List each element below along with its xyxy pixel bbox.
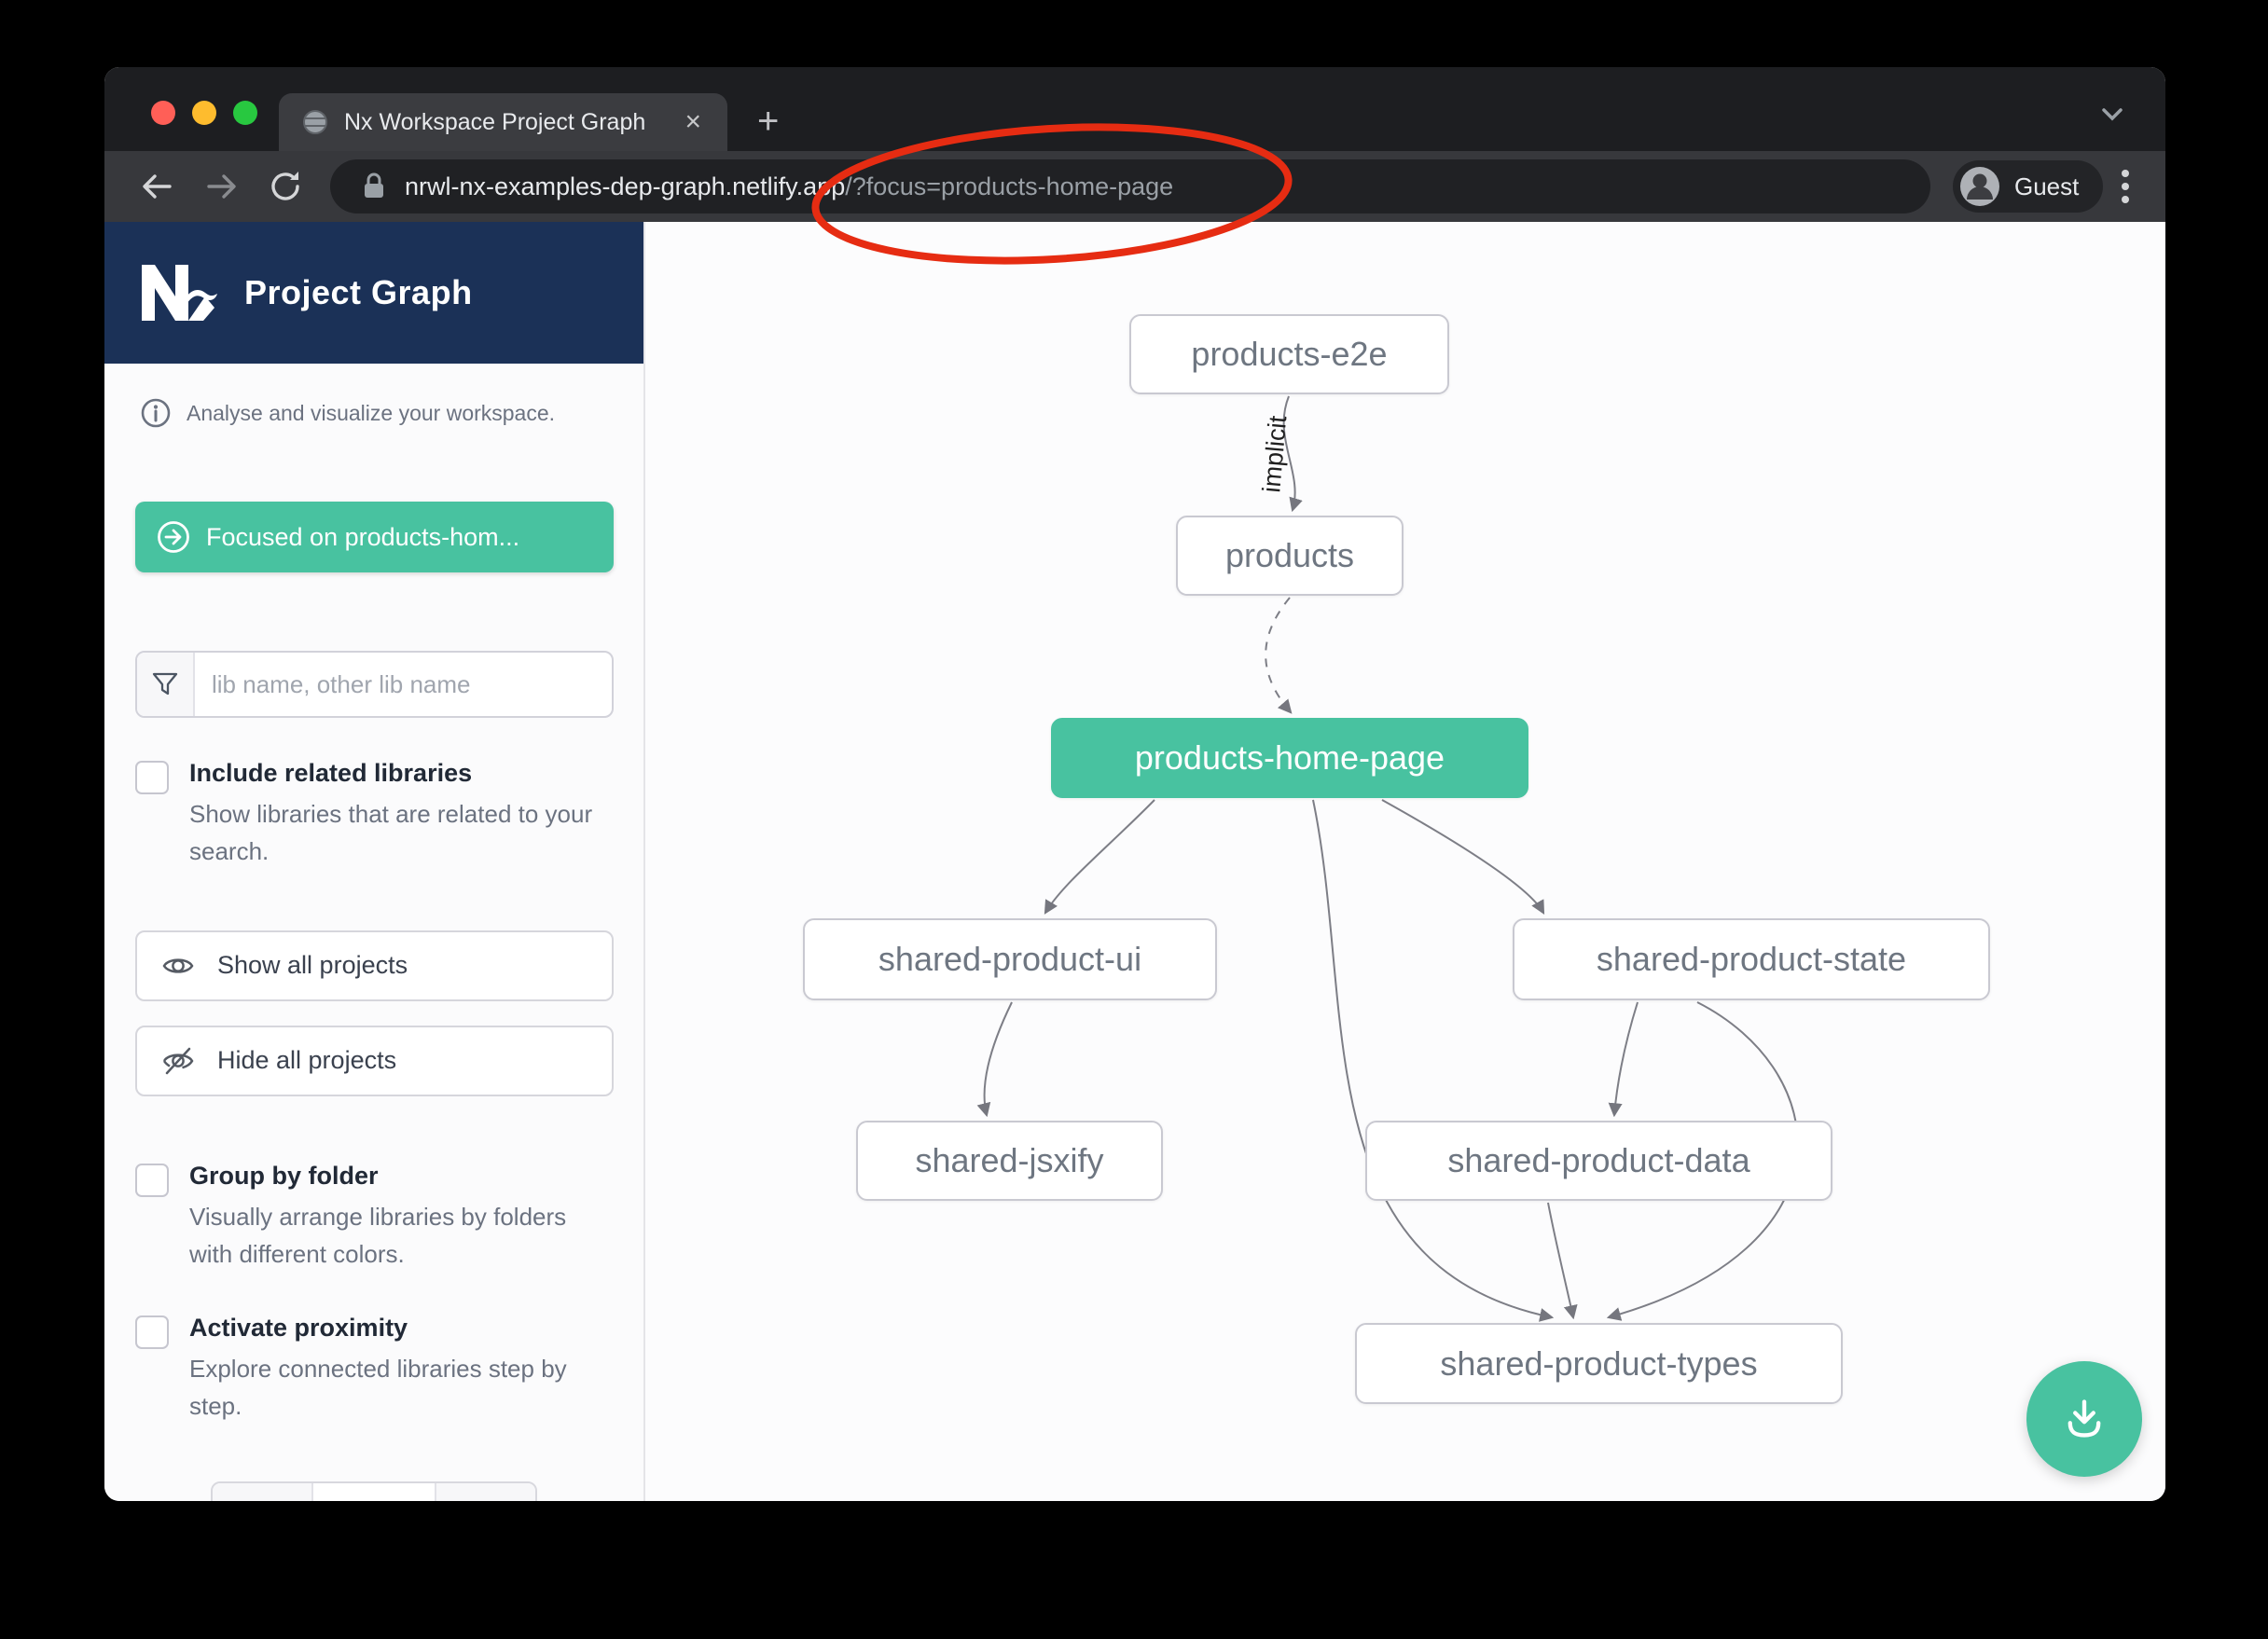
tab-title: Nx Workspace Project Graph (344, 109, 677, 136)
filter-box (135, 651, 614, 718)
app-title: Project Graph (244, 273, 473, 312)
activate-proximity-row[interactable]: Activate proximity Explore connected lib… (135, 1314, 602, 1426)
hide-all-projects-label: Hide all projects (217, 1046, 396, 1075)
zoom-window-button[interactable] (233, 101, 257, 125)
profile-chip[interactable]: Guest (1953, 160, 2103, 213)
sidebar-header: Project Graph (104, 222, 643, 364)
nx-logo-icon (140, 263, 220, 323)
url-text: nrwl-nx-examples-dep-graph.netlify.app/?… (405, 172, 1173, 201)
profile-label: Guest (2014, 172, 2079, 201)
minimize-window-button[interactable] (192, 101, 216, 125)
graph-node-shared-jsxify[interactable]: shared-jsxify (856, 1121, 1163, 1201)
sidebar: Project Graph Analyse and visualize your… (104, 222, 645, 1501)
graph-edge-shared-product-state-to-shared-product-data (1614, 1002, 1638, 1115)
lock-icon[interactable] (360, 171, 388, 202)
graph-edge-products-home-page-to-shared-product-types (1313, 800, 1552, 1317)
graph-edge-products-home-page-to-shared-product-ui (1045, 800, 1155, 913)
group-by-folder-desc: Visually arrange libraries by folders wi… (189, 1198, 609, 1274)
activate-proximity-label[interactable]: Activate proximity (189, 1314, 609, 1343)
tab-strip: Nx Workspace Project Graph × + (104, 67, 2165, 151)
graph-edge-products-home-page-to-shared-product-state (1382, 800, 1543, 913)
focused-button-label: Focused on products-hom... (206, 523, 519, 552)
arrow-right-circle-icon (156, 519, 191, 555)
tab-nx-workspace[interactable]: Nx Workspace Project Graph × (279, 93, 727, 151)
group-by-folder-label[interactable]: Group by folder (189, 1162, 609, 1191)
chevron-down-icon[interactable] (2096, 106, 2128, 125)
graph-node-shared-product-types[interactable]: shared-product-types (1355, 1323, 1843, 1404)
graph-node-products-home-page[interactable]: products-home-page (1051, 718, 1528, 798)
include-related-row[interactable]: Include related libraries Show libraries… (135, 759, 602, 871)
edge-label-implicit: implicit (1257, 414, 1292, 493)
graph-edge-shared-product-data-to-shared-product-types (1548, 1203, 1573, 1317)
close-window-button[interactable] (151, 101, 175, 125)
eye-icon (161, 952, 195, 980)
graph-node-shared-product-state[interactable]: shared-product-state (1513, 918, 1990, 1000)
graph-node-shared-product-ui[interactable]: shared-product-ui (803, 918, 1217, 1000)
back-icon[interactable] (136, 170, 177, 203)
forward-icon[interactable] (201, 170, 242, 203)
info-icon (140, 397, 172, 429)
graph-edges: implicit (645, 222, 2165, 1501)
activate-proximity-checkbox[interactable] (135, 1315, 169, 1349)
include-related-checkbox[interactable] (135, 761, 169, 794)
reload-icon[interactable] (267, 168, 304, 205)
tagline-row: Analyse and visualize your workspace. (140, 397, 643, 429)
stepper-increment-button[interactable]: + (435, 1483, 535, 1501)
include-related-label[interactable]: Include related libraries (189, 759, 609, 788)
url-bar[interactable]: nrwl-nx-examples-dep-graph.netlify.app/?… (330, 159, 1930, 213)
download-icon (2061, 1396, 2108, 1442)
tab-close-icon[interactable]: × (677, 106, 709, 138)
include-related-desc: Show libraries that are related to your … (189, 795, 609, 871)
eye-off-icon (161, 1046, 195, 1076)
graph-node-products[interactable]: products (1176, 516, 1404, 596)
avatar-icon (1958, 165, 2001, 208)
funnel-icon (151, 670, 179, 698)
tagline-text: Analyse and visualize your workspace. (187, 401, 555, 426)
stepper-value[interactable]: 1 (313, 1483, 435, 1501)
graph-edge-products-e2e-to-products (1284, 396, 1295, 510)
filter-icon-segment (137, 653, 195, 716)
graph-node-shared-product-data[interactable]: shared-product-data (1365, 1121, 1832, 1201)
url-domain: nrwl-nx-examples-dep-graph.netlify.app (405, 172, 845, 200)
browser-menu-icon[interactable] (2120, 166, 2131, 207)
project-graph-canvas[interactable]: implicit products-e2e products products-ho… (645, 222, 2165, 1501)
graph-node-products-e2e[interactable]: products-e2e (1129, 314, 1449, 394)
traffic-lights (151, 101, 257, 125)
browser-toolbar: nrwl-nx-examples-dep-graph.netlify.app/?… (104, 151, 2165, 222)
graph-edge-products-to-products-home-page (1265, 598, 1291, 712)
focused-button[interactable]: Focused on products-hom... (135, 502, 614, 572)
browser-window: Nx Workspace Project Graph × + (104, 67, 2165, 1501)
new-tab-button[interactable]: + (757, 103, 779, 140)
globe-favicon-icon (301, 108, 329, 136)
proximity-stepper: − 1 + (211, 1481, 537, 1501)
filter-input[interactable] (195, 653, 612, 716)
activate-proximity-desc: Explore connected libraries step by step… (189, 1350, 609, 1426)
hide-all-projects-button[interactable]: Hide all projects (135, 1026, 614, 1096)
show-all-projects-button[interactable]: Show all projects (135, 930, 614, 1001)
group-by-folder-row[interactable]: Group by folder Visually arrange librari… (135, 1162, 602, 1274)
group-by-folder-checkbox[interactable] (135, 1164, 169, 1197)
url-path: /?focus=products-home-page (845, 172, 1173, 200)
download-image-button[interactable] (2026, 1361, 2142, 1477)
show-all-projects-label: Show all projects (217, 951, 408, 980)
graph-edge-shared-product-ui-to-shared-jsxify (985, 1002, 1012, 1115)
stepper-decrement-button[interactable]: − (213, 1483, 313, 1501)
